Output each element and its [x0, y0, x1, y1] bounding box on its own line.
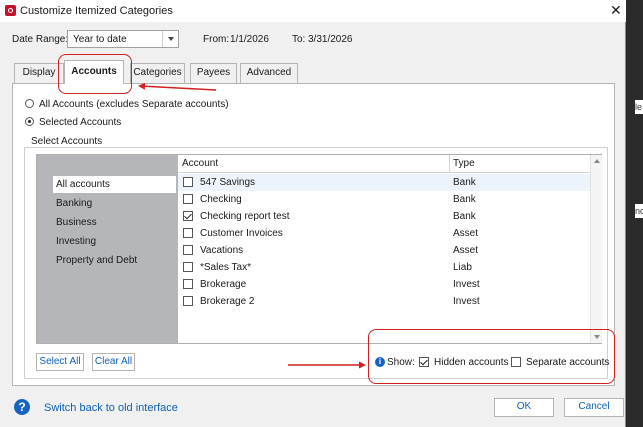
type-column-header[interactable]: Type [450, 155, 590, 173]
date-range-select[interactable]: Year to date [67, 30, 179, 48]
scroll-up-icon[interactable] [594, 159, 600, 163]
table-row[interactable]: Customer Invoices Asset [178, 225, 590, 242]
table-row[interactable]: Checking Bank [178, 191, 590, 208]
clear-all-button[interactable]: Clear All [92, 353, 135, 371]
tab-payees[interactable]: Payees [190, 63, 237, 83]
hidden-accounts-label[interactable]: Hidden accounts [434, 357, 509, 368]
date-range-value: Year to date [73, 34, 127, 45]
tab-display[interactable]: Display [14, 63, 64, 83]
account-type: Asset [453, 245, 479, 256]
select-all-button[interactable]: Select All [36, 353, 84, 371]
account-name: Vacations [200, 245, 244, 256]
background-text-fragment: le [635, 100, 643, 114]
from-label: From: [203, 34, 230, 45]
account-type: Bank [453, 177, 476, 188]
account-type: Bank [453, 194, 476, 205]
account-checkbox[interactable] [183, 194, 193, 204]
background-window: le nc [626, 0, 643, 427]
ok-button[interactable]: OK [494, 398, 554, 417]
account-checkbox[interactable] [183, 279, 193, 289]
table-row[interactable]: Checking report test Bank [178, 208, 590, 225]
account-name: Checking report test [200, 211, 290, 222]
show-label: Show: [387, 357, 415, 368]
account-column-header[interactable]: Account [178, 155, 450, 173]
table-row[interactable]: Brokerage Invest [178, 276, 590, 293]
cancel-button[interactable]: Cancel [564, 398, 624, 417]
date-range-label: Date Range: [12, 34, 69, 45]
account-type: Liab [453, 262, 472, 273]
tab-advanced[interactable]: Advanced [240, 63, 298, 83]
account-type: Invest [453, 279, 480, 290]
account-name: 547 Savings [200, 177, 256, 188]
accounts-list-pane: All accounts Banking Business Investing … [36, 154, 602, 344]
category-property-and-debt[interactable]: Property and Debt [53, 252, 176, 269]
list-scrollbar[interactable] [590, 155, 602, 343]
table-row[interactable]: Brokerage 2 Invest [178, 293, 590, 310]
hidden-accounts-checkbox[interactable] [419, 357, 429, 367]
selected-accounts-radio-label[interactable]: Selected Accounts [39, 117, 121, 128]
select-accounts-group-title: Select Accounts [29, 136, 105, 147]
selected-accounts-radio[interactable] [25, 117, 34, 126]
close-icon[interactable]: ✕ [610, 2, 622, 19]
account-name: Brokerage [200, 279, 247, 290]
category-business[interactable]: Business [53, 214, 176, 231]
category-banking[interactable]: Banking [53, 195, 176, 212]
category-investing[interactable]: Investing [53, 233, 176, 250]
table-row[interactable]: *Sales Tax* Liab [178, 259, 590, 276]
table-row[interactable]: Vacations Asset [178, 242, 590, 259]
account-checkbox[interactable] [183, 245, 193, 255]
account-type: Asset [453, 228, 479, 239]
customize-itemized-categories-dialog: Customize Itemized Categories ✕ Date Ran… [0, 0, 626, 427]
switch-interface-link[interactable]: Switch back to old interface [44, 402, 178, 414]
account-checkbox[interactable] [183, 177, 193, 187]
quicken-app-icon [5, 5, 16, 16]
background-text-fragment: nc [635, 204, 643, 218]
all-accounts-radio-label[interactable]: All Accounts (excludes Separate accounts… [39, 99, 229, 110]
account-name: *Sales Tax* [200, 262, 251, 273]
table-row[interactable]: 547 Savings Bank [178, 174, 590, 191]
all-accounts-radio[interactable] [25, 99, 34, 108]
account-checkbox[interactable] [183, 211, 193, 221]
title-bar: Customize Itemized Categories ✕ [0, 0, 626, 22]
scroll-down-icon[interactable] [594, 335, 600, 339]
separate-accounts-checkbox[interactable] [511, 357, 521, 367]
to-label: To: [292, 34, 306, 45]
separate-accounts-label[interactable]: Separate accounts [526, 357, 609, 368]
account-checkbox[interactable] [183, 296, 193, 306]
account-checkbox[interactable] [183, 262, 193, 272]
account-name: Checking [200, 194, 242, 205]
category-all-accounts[interactable]: All accounts [53, 176, 176, 193]
chevron-down-icon[interactable] [162, 31, 178, 47]
account-type: Invest [453, 296, 480, 307]
info-icon: i [375, 357, 385, 367]
account-category-pane: All accounts Banking Business Investing … [37, 155, 178, 343]
to-date: 3/31/2026 [308, 34, 353, 45]
tab-accounts[interactable]: Accounts [64, 60, 124, 84]
account-type: Bank [453, 211, 476, 222]
account-name: Brokerage 2 [200, 296, 255, 307]
account-name: Customer Invoices [200, 228, 283, 239]
window-title: Customize Itemized Categories [20, 5, 173, 17]
help-icon[interactable]: ? [14, 399, 30, 415]
tab-categories[interactable]: Categories [130, 63, 185, 83]
account-checkbox[interactable] [183, 228, 193, 238]
from-date: 1/1/2026 [230, 34, 269, 45]
